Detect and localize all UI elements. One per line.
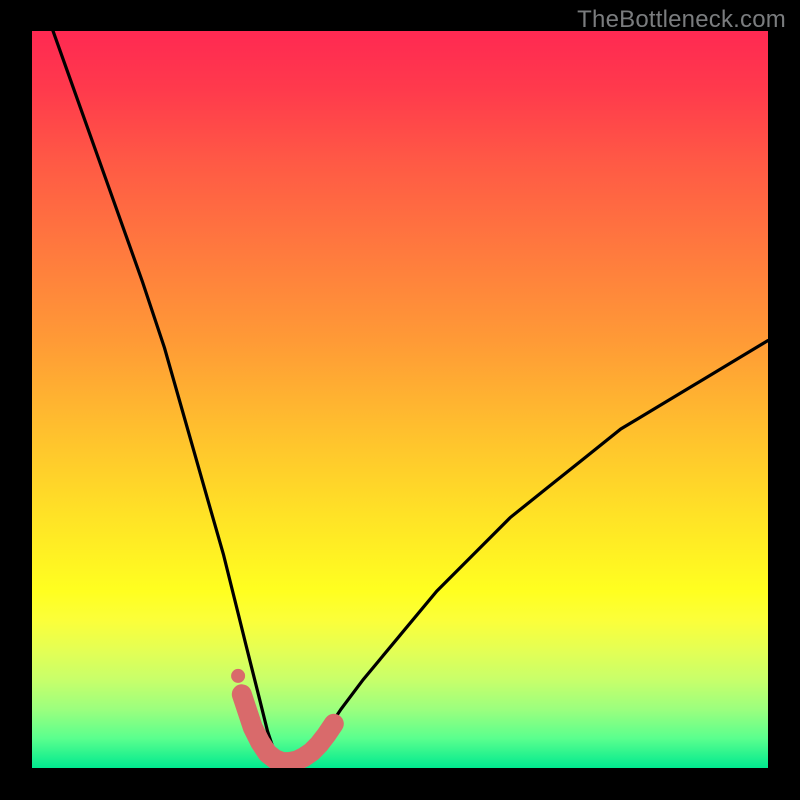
highlight-dot [231,669,245,683]
chart-frame: TheBottleneck.com [0,0,800,800]
watermark-text: TheBottleneck.com [577,6,786,34]
bottleneck-curve-path [32,31,768,761]
highlight-band-path [242,694,334,762]
chart-svg [32,31,768,768]
plot-area [32,31,768,768]
